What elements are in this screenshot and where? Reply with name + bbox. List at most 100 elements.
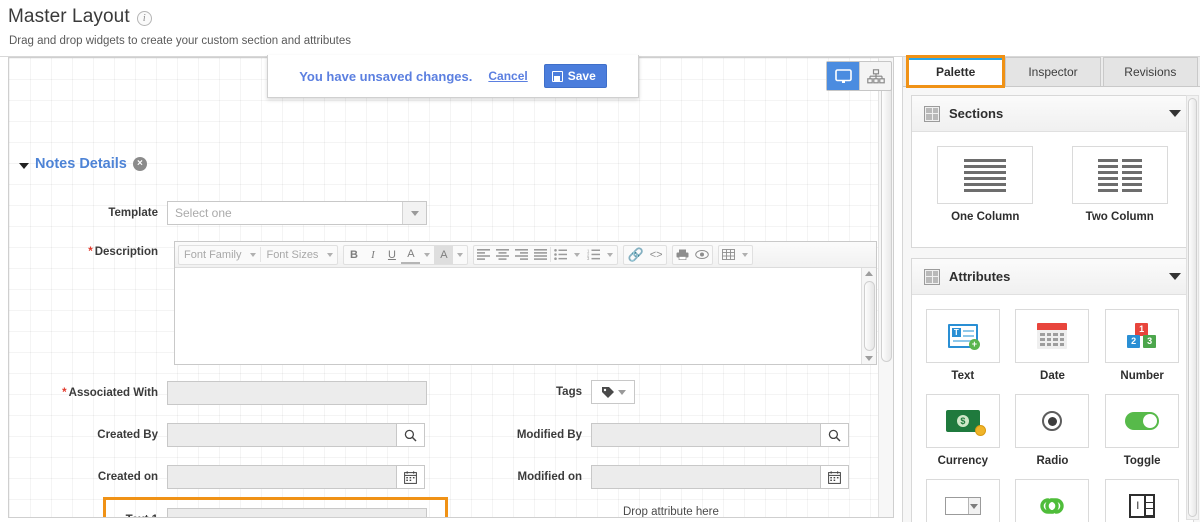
template-select[interactable]: Select one xyxy=(167,201,427,225)
rte-content-area[interactable] xyxy=(175,268,876,364)
created-on-input[interactable] xyxy=(167,465,397,489)
widget-two-column[interactable]: Two Column xyxy=(1053,146,1188,223)
chevron-down-icon[interactable] xyxy=(457,252,464,257)
tab-palette[interactable]: Palette xyxy=(905,55,1006,88)
bullet-list-icon[interactable] xyxy=(551,246,570,264)
info-icon[interactable]: i xyxy=(136,11,152,26)
widget-number[interactable]: 123 Number xyxy=(1097,309,1187,382)
chevron-down-icon[interactable] xyxy=(1169,110,1181,117)
widget-date-icon-box[interactable] xyxy=(1015,309,1090,363)
widget-dropdown[interactable] xyxy=(918,479,1008,522)
chevron-down-icon[interactable] xyxy=(617,389,626,395)
italic-button[interactable]: I xyxy=(363,246,382,264)
widget-text[interactable]: T + Text xyxy=(918,309,1008,382)
rte-table-group xyxy=(717,244,753,265)
chevron-down-icon[interactable] xyxy=(327,252,334,257)
align-left-icon[interactable] xyxy=(474,246,493,264)
canvas-scrollbar[interactable] xyxy=(878,58,893,517)
save-button[interactable]: Save xyxy=(543,64,607,88)
accordion-title-sections: Sections xyxy=(949,106,1004,121)
field-row-associated-with: * Associated With xyxy=(9,381,439,405)
text-color-button[interactable]: A xyxy=(401,246,421,264)
chevron-down-icon[interactable] xyxy=(424,252,431,257)
chevron-down-icon[interactable] xyxy=(19,162,29,169)
field-row-modified-on: Modified on xyxy=(449,465,849,489)
widget-richtext[interactable]: I xyxy=(1097,479,1187,522)
background-color-button[interactable]: A xyxy=(434,245,454,264)
unsaved-changes-message: You have unsaved changes. xyxy=(299,68,473,84)
drop-zone-right-upper[interactable]: Drop attribute here xyxy=(623,506,719,517)
scroll-up-icon[interactable] xyxy=(865,271,873,276)
font-sizes-dropdown[interactable]: Font Sizes xyxy=(261,246,323,264)
widget-radio-icon-box[interactable] xyxy=(1015,394,1090,448)
underline-button[interactable]: U xyxy=(382,246,401,264)
modified-by-input[interactable] xyxy=(591,423,821,447)
printer-icon[interactable] xyxy=(673,246,692,264)
rte-align-group: 123 xyxy=(473,244,619,265)
tab-inspector[interactable]: Inspector xyxy=(1005,57,1101,86)
panel-scrollbar[interactable] xyxy=(1186,95,1199,520)
tab-revisions[interactable]: Revisions xyxy=(1102,57,1198,86)
widget-toggle[interactable]: Toggle xyxy=(1097,394,1187,467)
accordion-attributes: Attributes T + Text Date 1 2 3 Number $ … xyxy=(911,258,1194,522)
search-icon[interactable] xyxy=(397,423,425,447)
rte-scrollbar[interactable] xyxy=(861,268,876,364)
selection-outline-text1[interactable] xyxy=(103,497,448,517)
code-icon[interactable]: <> xyxy=(647,246,666,264)
chevron-down-icon[interactable] xyxy=(402,202,426,224)
widget-link-icon-box[interactable] xyxy=(1015,479,1090,522)
widget-two-column-icon-box[interactable] xyxy=(1071,146,1168,204)
chevron-down-icon[interactable] xyxy=(607,252,614,257)
tags-dropdown-button[interactable] xyxy=(591,380,635,404)
created-by-input[interactable] xyxy=(167,423,397,447)
chevron-down-icon[interactable] xyxy=(1169,273,1181,280)
richtext-attribute-icon: I xyxy=(1129,494,1156,518)
eye-icon[interactable] xyxy=(692,246,712,264)
widget-one-column-icon-box[interactable] xyxy=(937,146,1034,204)
widget-one-column[interactable]: One Column xyxy=(918,146,1053,223)
palette-panel-body: Sections One Column Two Column Attribute… xyxy=(903,87,1200,522)
widget-richtext-icon-box[interactable]: I xyxy=(1105,479,1180,522)
field-row-modified-by: Modified By xyxy=(449,423,849,447)
widget-text-icon-box[interactable]: T + xyxy=(925,309,1000,363)
scrollbar-thumb[interactable] xyxy=(863,281,875,351)
tab-inspector-label: Inspector xyxy=(1028,65,1078,79)
numbered-list-icon[interactable]: 123 xyxy=(584,246,603,264)
search-icon[interactable] xyxy=(821,423,849,447)
tree-view-button[interactable] xyxy=(859,62,891,90)
widget-dropdown-icon-box[interactable] xyxy=(925,479,1000,522)
widget-number-icon-box[interactable]: 123 xyxy=(1105,309,1180,363)
widget-toggle-icon-box[interactable] xyxy=(1105,394,1180,448)
widget-currency-icon-box[interactable] xyxy=(925,394,1000,448)
widget-date[interactable]: Date xyxy=(1008,309,1098,382)
calendar-icon[interactable] xyxy=(821,465,849,489)
widget-radio[interactable]: Radio xyxy=(1008,394,1098,467)
link-icon[interactable]: 🔗 xyxy=(624,246,646,264)
calendar-icon[interactable] xyxy=(397,465,425,489)
accordion-header-attributes[interactable]: Attributes xyxy=(912,259,1193,295)
scroll-down-icon[interactable] xyxy=(865,356,873,361)
dropdown-attribute-icon xyxy=(944,497,981,515)
cancel-link[interactable]: Cancel xyxy=(488,69,527,83)
chevron-down-icon[interactable] xyxy=(741,252,748,257)
align-justify-icon[interactable] xyxy=(531,246,550,264)
table-icon[interactable] xyxy=(719,246,738,264)
accordion-header-sections[interactable]: Sections xyxy=(912,96,1193,132)
scrollbar-thumb[interactable] xyxy=(880,62,892,362)
modified-on-input[interactable] xyxy=(591,465,821,489)
widget-link[interactable] xyxy=(1008,479,1098,522)
font-family-dropdown[interactable]: Font Family xyxy=(179,246,246,264)
align-center-icon[interactable] xyxy=(493,246,512,264)
desktop-view-button[interactable] xyxy=(827,62,859,90)
scrollbar-thumb[interactable] xyxy=(1188,98,1197,517)
align-right-icon[interactable] xyxy=(512,246,531,264)
close-circle-icon[interactable]: × xyxy=(132,157,147,171)
chevron-down-icon[interactable] xyxy=(250,252,257,257)
associated-with-input[interactable] xyxy=(167,381,427,405)
widget-currency[interactable]: Currency xyxy=(918,394,1008,467)
description-rich-text-editor[interactable]: Font Family Font Sizes B I U A A 1 2 3 🔗… xyxy=(174,241,877,365)
chevron-down-icon[interactable] xyxy=(574,252,581,257)
bold-button[interactable]: B xyxy=(344,246,363,264)
layout-canvas[interactable]: Notes Details × Template Select one * Des… xyxy=(8,57,894,518)
section-header-notes-details[interactable]: Notes Details × xyxy=(19,156,147,172)
